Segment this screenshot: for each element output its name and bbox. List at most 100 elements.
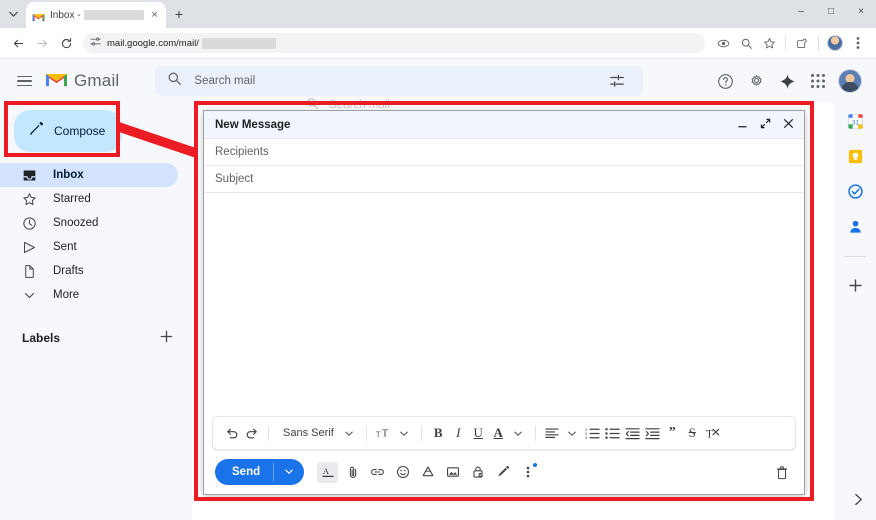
sidebar-item-drafts[interactable]: Drafts xyxy=(0,259,178,283)
browser-tab[interactable]: Inbox - × xyxy=(26,2,166,28)
underline-button[interactable]: U xyxy=(469,422,488,444)
chevron-down-icon xyxy=(22,288,37,303)
profile-avatar[interactable] xyxy=(824,32,846,54)
reload-icon[interactable] xyxy=(55,32,77,54)
new-tab-button[interactable]: + xyxy=(166,0,192,28)
gmail-header-actions xyxy=(714,69,866,93)
send-button[interactable]: Send xyxy=(215,459,305,485)
remove-format-icon[interactable]: T xyxy=(703,422,722,444)
strikethrough-button[interactable]: S xyxy=(683,422,702,444)
quote-button[interactable]: ” xyxy=(663,422,682,444)
inbox-icon xyxy=(22,168,37,183)
indent-less-icon[interactable] xyxy=(623,422,642,444)
site-settings-icon[interactable] xyxy=(90,36,101,50)
sparkle-icon[interactable] xyxy=(776,70,798,92)
send-options-caret-icon[interactable] xyxy=(274,468,304,476)
expand-panel-chevron-icon[interactable] xyxy=(854,493,863,509)
window-close-button[interactable]: × xyxy=(846,0,876,22)
subject-field[interactable]: Subject xyxy=(204,166,804,193)
zoom-search-icon[interactable] xyxy=(735,32,757,54)
more-options-icon[interactable] xyxy=(517,462,538,483)
tab-close-icon[interactable]: × xyxy=(149,9,160,21)
gmail-header: Gmail Search mail xyxy=(0,59,876,103)
font-family-selector[interactable]: Sans Serif xyxy=(276,427,339,439)
sidebar-item-inbox[interactable]: Inbox xyxy=(0,163,178,187)
font-size-icon[interactable]: TT xyxy=(374,422,394,444)
sidebar-item-snoozed[interactable]: Snoozed xyxy=(0,211,178,235)
italic-button[interactable]: I xyxy=(449,422,468,444)
calendar-icon[interactable]: 31 xyxy=(846,112,864,130)
address-bar[interactable]: mail.google.com/mail/ xyxy=(83,33,705,53)
compose-window-controls xyxy=(737,116,794,134)
search-options-icon[interactable] xyxy=(603,67,631,95)
gear-icon[interactable] xyxy=(745,70,767,92)
attach-file-icon[interactable] xyxy=(342,462,363,483)
help-icon[interactable] xyxy=(714,70,736,92)
sidebar-item-starred[interactable]: Starred xyxy=(0,187,178,211)
kebab-menu-icon[interactable] xyxy=(847,32,869,54)
recipients-field[interactable]: Recipients xyxy=(204,139,804,166)
formatting-options-icon[interactable]: A xyxy=(317,461,339,483)
gmail-logo[interactable]: Gmail xyxy=(44,69,119,93)
insert-drive-icon[interactable] xyxy=(417,462,438,483)
sidebar-label-drafts: Drafts xyxy=(53,265,84,277)
compose-window-header[interactable]: New Message xyxy=(204,111,804,139)
font-size-caret-icon[interactable] xyxy=(395,422,414,444)
discard-draft-icon[interactable] xyxy=(771,461,793,483)
compose-close-icon[interactable] xyxy=(783,116,794,134)
bold-button[interactable]: B xyxy=(429,422,448,444)
svg-text:T: T xyxy=(382,429,389,440)
compose-button[interactable]: Compose xyxy=(14,110,122,152)
format-divider-1 xyxy=(268,425,269,441)
plus-icon[interactable] xyxy=(159,329,174,348)
keep-icon[interactable] xyxy=(846,147,864,165)
clock-icon xyxy=(22,216,37,231)
file-icon xyxy=(22,264,37,279)
forward-icon[interactable] xyxy=(31,32,53,54)
numbered-list-icon[interactable]: 123 xyxy=(583,422,602,444)
sidebar-item-sent[interactable]: Sent xyxy=(0,235,178,259)
pencil-icon xyxy=(28,120,45,142)
text-color-caret-icon[interactable] xyxy=(509,422,528,444)
indent-more-icon[interactable] xyxy=(643,422,662,444)
add-app-button[interactable] xyxy=(846,276,864,294)
font-family-caret-icon[interactable] xyxy=(340,422,359,444)
redo-icon[interactable] xyxy=(242,422,261,444)
sidebar-label-more: More xyxy=(53,289,80,301)
align-caret-icon[interactable] xyxy=(563,422,582,444)
insert-link-icon[interactable] xyxy=(367,462,388,483)
toolbar-divider xyxy=(785,36,786,50)
contacts-icon[interactable] xyxy=(846,217,864,235)
insert-signature-icon[interactable] xyxy=(492,462,513,483)
svg-text:T: T xyxy=(706,429,713,440)
account-avatar[interactable] xyxy=(838,69,862,93)
compose-popout-icon[interactable] xyxy=(760,116,771,134)
apps-grid-icon[interactable] xyxy=(807,70,829,92)
bulleted-list-icon[interactable] xyxy=(603,422,622,444)
eye-icon[interactable] xyxy=(712,32,734,54)
bookmark-star-icon[interactable] xyxy=(758,32,780,54)
subject-placeholder: Subject xyxy=(215,173,254,185)
search-input[interactable]: Search mail xyxy=(194,75,591,87)
align-icon[interactable] xyxy=(543,422,562,444)
window-minimize-button[interactable]: – xyxy=(786,0,816,22)
compose-minimize-icon[interactable] xyxy=(737,116,748,134)
extensions-icon[interactable] xyxy=(791,32,813,54)
text-color-button[interactable]: A xyxy=(489,422,508,444)
tasks-icon[interactable] xyxy=(846,182,864,200)
main-menu-icon[interactable] xyxy=(10,67,38,95)
insert-photo-icon[interactable] xyxy=(442,462,463,483)
rail-divider xyxy=(844,256,866,257)
insert-emoji-icon[interactable] xyxy=(392,462,413,483)
toolbar-right-icons xyxy=(712,32,869,54)
back-icon[interactable] xyxy=(7,32,29,54)
confidential-mode-icon[interactable] xyxy=(467,462,488,483)
search-mail-bar[interactable]: Search mail xyxy=(155,66,644,96)
window-maximize-button[interactable]: □ xyxy=(816,0,846,22)
sidebar-item-more[interactable]: More xyxy=(0,283,178,307)
tab-search-chevron-icon[interactable] xyxy=(0,0,26,28)
undo-icon[interactable] xyxy=(222,422,241,444)
sidebar-label-inbox: Inbox xyxy=(53,169,84,181)
labels-title: Labels xyxy=(22,331,61,345)
message-body-field[interactable] xyxy=(204,193,804,416)
